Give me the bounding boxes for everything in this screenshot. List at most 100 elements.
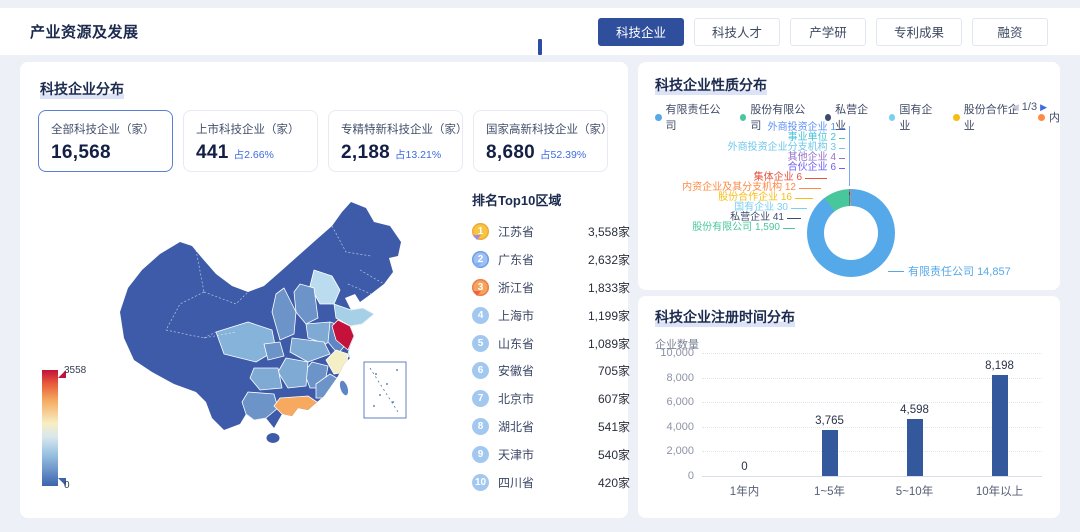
region-name: 广东省 <box>498 251 588 268</box>
rank-badge: 5 <box>472 335 489 352</box>
stat-card-percent: 占2.66% <box>234 147 274 162</box>
tab-label: 科技企业 <box>616 22 666 41</box>
map-region-hainan <box>267 433 280 443</box>
panel-enterprise-nature: 科技企业性质分布 有限责任公司 股份有限公司 私营企业 国有企业 <box>638 62 1060 290</box>
panel-title-registration: 科技企业注册时间分布 <box>655 308 795 327</box>
legend-pager: ◀ 1/3 ▶ <box>1012 101 1047 113</box>
top10-list: 1 江苏省 3,558家 2 广东省 2,632家 3 浙江省 1,833家 <box>472 218 630 496</box>
callout-tick <box>795 198 813 199</box>
rank-badge: 7 <box>472 390 489 407</box>
callout-tick <box>839 168 845 169</box>
x-tick-label: 10年以上 <box>957 483 1042 499</box>
top10-ranking: 排名Top10区域 1 江苏省 3,558家 2 广东省 2,632家 3 浙江… <box>472 190 630 496</box>
stat-card-label: 国家高新科技企业（家） <box>486 121 595 137</box>
bar: 4,598 <box>907 419 923 476</box>
region-value: 420家 <box>598 474 630 491</box>
donut-callout: 股份有限公司 1,590 <box>692 223 795 233</box>
tab[interactable]: 科技企业 <box>598 18 684 46</box>
panel-enterprise-distribution: 科技企业分布 全部科技企业（家） 16,568 上市科技企业（家） 441 占2… <box>20 62 628 518</box>
region-name: 江苏省 <box>498 223 588 240</box>
donut-legend: 有限责任公司 股份有限公司 私营企业 国有企业 股份合作企业 <box>655 101 1060 133</box>
stat-card[interactable]: 专精特新科技企业（家） 2,188 占13.21% <box>328 110 463 172</box>
region-value: 1,199家 <box>588 307 630 324</box>
header: 产业资源及发展 科技企业 科技人才 产学研 专利成果 融资 <box>0 8 1080 55</box>
y-tick-label: 4,000 <box>666 421 694 433</box>
top10-row: 7 北京市 607家 <box>472 385 630 413</box>
tab[interactable]: 科技人才 <box>694 18 780 46</box>
y-tick-label: 10,000 <box>660 347 694 359</box>
y-tick-label: 0 <box>688 470 694 482</box>
panel-title-distribution: 科技企业分布 <box>40 80 124 99</box>
legend-item[interactable]: 有限责任公司 <box>655 101 727 133</box>
top10-row: 4 上海市 1,199家 <box>472 301 630 329</box>
tab[interactable]: 融资 <box>972 18 1048 46</box>
bar-column: 3,765 1~5年 <box>787 353 872 476</box>
region-name: 浙江省 <box>498 279 588 296</box>
stat-card[interactable]: 国家高新科技企业（家） 8,680 占52.39% <box>473 110 608 172</box>
region-value: 607家 <box>598 390 630 407</box>
tab[interactable]: 产学研 <box>790 18 866 46</box>
region-value: 705家 <box>598 362 630 379</box>
tab-label: 融资 <box>997 22 1022 41</box>
tab[interactable]: 专利成果 <box>876 18 962 46</box>
bar-chart[interactable]: 0 1年内 3,765 1~5年 4,598 5~10年 8,198 <box>702 353 1042 476</box>
top10-row: 1 江苏省 3,558家 <box>472 218 630 246</box>
legend-dot <box>1038 114 1045 121</box>
region-name: 北京市 <box>498 390 598 407</box>
y-tick-label: 6,000 <box>666 396 694 408</box>
rank-badge: 3 <box>472 279 489 296</box>
callout-value: 6 <box>796 173 802 183</box>
region-name: 山东省 <box>498 335 588 352</box>
top10-row: 8 湖北省 541家 <box>472 413 630 441</box>
stat-card-label: 全部科技企业（家） <box>51 121 160 137</box>
callout-tick <box>839 138 845 139</box>
tab-label: 产学研 <box>809 22 847 41</box>
title-accent-bar <box>538 39 542 55</box>
pager-page-indicator: 1/3 <box>1022 101 1037 113</box>
stat-card-label: 专精特新科技企业（家） <box>341 121 450 137</box>
map-inset-south-china-sea <box>364 362 406 418</box>
callout-tick <box>839 148 845 149</box>
donut-chart[interactable] <box>807 189 895 277</box>
tab-label: 专利成果 <box>894 22 944 41</box>
top10-title: 排名Top10区域 <box>472 190 630 209</box>
bar-value-label: 8,198 <box>985 360 1014 372</box>
page-title: 产业资源及发展 <box>30 21 139 42</box>
bar-column: 0 1年内 <box>702 353 787 476</box>
bar: 8,198 <box>992 375 1008 476</box>
rank-badge: 8 <box>472 418 489 435</box>
pager-next-icon[interactable]: ▶ <box>1040 102 1047 113</box>
bar-value-label: 4,598 <box>900 404 929 416</box>
map-color-gradient <box>42 370 58 486</box>
callout-tick <box>799 188 821 189</box>
stat-card-percent: 占13.21% <box>395 147 441 162</box>
top10-row: 2 广东省 2,632家 <box>472 246 630 274</box>
callout-connector-line <box>849 126 850 186</box>
panel-title-nature: 科技企业性质分布 <box>655 76 767 95</box>
legend-dot <box>953 114 960 121</box>
scale-max-label: 3558 <box>64 365 86 376</box>
bar-column: 4,598 5~10年 <box>872 353 957 476</box>
rank-badge: 6 <box>472 362 489 379</box>
stat-cards: 全部科技企业（家） 16,568 上市科技企业（家） 441 占2.66% 专精… <box>38 110 608 172</box>
region-name: 上海市 <box>498 307 588 324</box>
legend-item[interactable]: 国有企业 <box>889 101 940 133</box>
legend-label: 国有企业 <box>899 101 940 133</box>
stat-card[interactable]: 上市科技企业（家） 441 占2.66% <box>183 110 318 172</box>
bar-value-label: 0 <box>741 461 747 473</box>
x-tick-label: 1年内 <box>702 483 787 499</box>
bar-column: 8,198 10年以上 <box>957 353 1042 476</box>
stat-card[interactable]: 全部科技企业（家） 16,568 <box>38 110 173 172</box>
legend-dot <box>889 114 895 121</box>
region-value: 3,558家 <box>588 223 630 240</box>
callout-label: 股份有限公司 <box>692 223 752 233</box>
page-title-text: 产业资源及发展 <box>30 21 139 42</box>
top10-row: 5 山东省 1,089家 <box>472 329 630 357</box>
callout-tick <box>787 218 801 219</box>
top10-row: 10 四川省 420家 <box>472 468 630 496</box>
x-tick-label: 5~10年 <box>872 483 957 499</box>
china-map[interactable] <box>108 192 418 450</box>
pager-prev-icon[interactable]: ◀ <box>1012 102 1019 113</box>
y-axis-ticks: 10,000 8,000 6,000 4,000 2,000 0 <box>648 353 694 476</box>
bar-value-label: 3,765 <box>815 415 844 427</box>
